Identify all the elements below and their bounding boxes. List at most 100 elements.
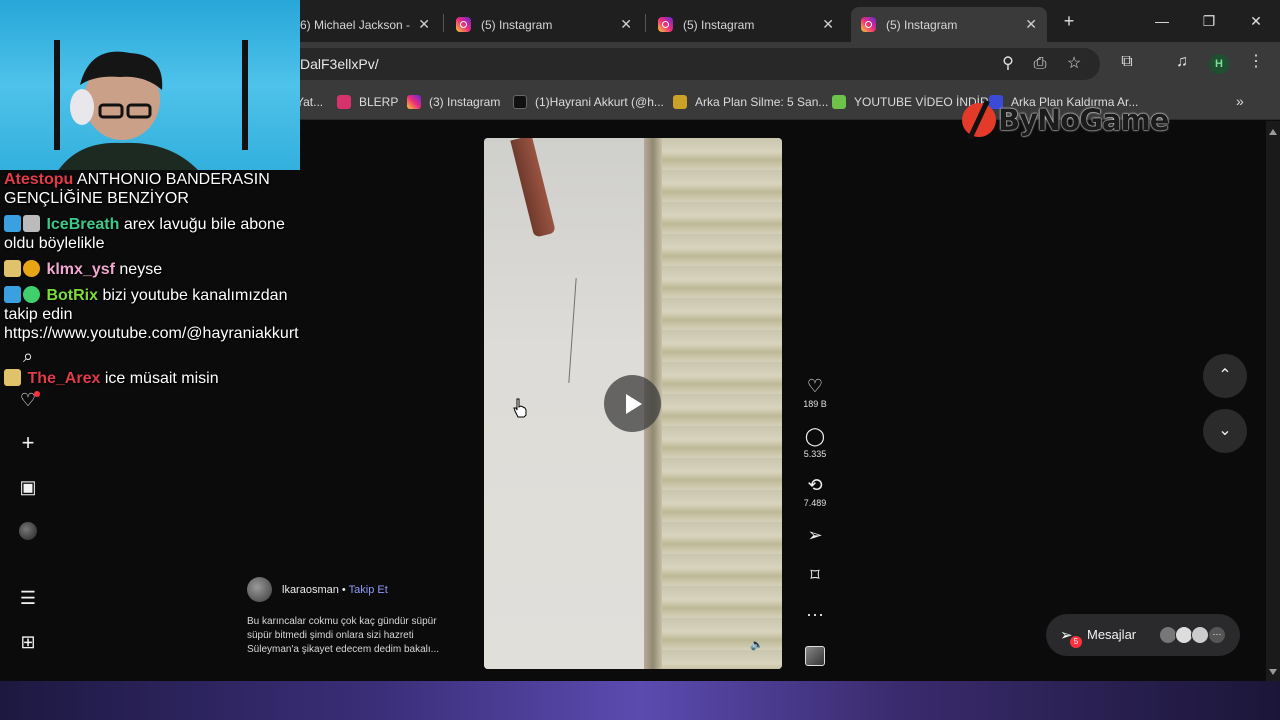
video-carpet [644,138,782,669]
dashboard-icon[interactable]: ▣ [17,476,39,498]
blerp-icon [337,95,351,109]
bookmark-instagram[interactable]: (3) Instagram [407,95,500,109]
extensions-icon[interactable]: ⧉ [1117,52,1137,72]
tab-instagram-active[interactable]: (5) Instagram ✕ [851,7,1047,42]
verified-badge-icon [23,286,40,303]
tab-michael-jackson[interactable]: 6) Michael Jackson - ✕ [290,7,440,42]
save-action[interactable]: ⌑ [800,564,830,586]
tab-title: (5) Instagram [683,17,755,32]
author-username[interactable]: lkaraosman [282,584,339,596]
bookmark-icon[interactable]: ⌑ [800,564,830,586]
more-bookmarks-icon[interactable]: » [1236,93,1244,109]
bookmark-label: Yat... [296,95,324,109]
hand-cursor-icon [513,398,527,418]
play-button[interactable] [604,375,661,432]
close-icon[interactable]: ✕ [418,16,430,33]
instagram-icon [861,17,876,32]
chat-message: Atestopu ANTHONIO BANDERASIN GENÇLİĞİNE … [4,170,304,208]
bookmark-arka-plan-silme[interactable]: Arka Plan Silme: 5 San... [673,95,828,109]
mute-icon[interactable]: 🔈 [750,638,764,652]
messages-button[interactable]: ➢ 5 Mesajlar ··· [1046,614,1240,656]
chat-username: The_Arex [27,370,101,387]
bookmark-label: BLERP [359,95,399,109]
comment-count: 5.335 [803,449,827,459]
bookmark-1[interactable]: Yat... [296,95,323,109]
chat-username: klmx_ysf [46,261,115,278]
minimize-button[interactable]: — [1147,8,1177,34]
tab-title: 6) Michael Jackson - [300,17,411,32]
chat-username: IceBreath [46,216,120,233]
scroll-down-arrow[interactable] [1269,669,1277,675]
follow-button[interactable]: Takip Et [349,584,388,596]
download-icon [832,95,846,109]
more-icon[interactable]: ··· [800,603,830,625]
chat-message: IceBreath arex lavuğu bile abone oldu bö… [4,215,304,253]
media-control-icon[interactable]: ♫ [1172,52,1192,72]
menu-icon[interactable]: ⋮ [1246,52,1266,72]
maximize-button[interactable]: ❐ [1194,8,1224,34]
comment-icon[interactable]: ◯ [800,425,830,447]
badge-icon [4,215,21,232]
author-line: lkaraosman • Takip Et [282,584,388,596]
separator-dot: • [341,584,346,596]
close-icon[interactable]: ✕ [1025,16,1037,33]
more-action[interactable]: ··· [800,603,830,625]
scroll-up-arrow[interactable] [1269,129,1277,135]
repost-icon[interactable]: ⟲ [800,474,830,496]
address-bar[interactable]: DalF3ellxPv/ ⚲ ⎙ ☆ [285,48,1100,80]
tab-instagram-1[interactable]: (5) Instagram ✕ [446,7,642,42]
bookmark-tiktok[interactable]: (1)Hayrani Akkurt (@h... [513,95,664,109]
tab-title: (5) Instagram [886,17,958,32]
like-action[interactable]: ♡ 189 B [800,375,830,409]
window-close-button[interactable]: ✕ [1241,8,1271,34]
streamer-figure [58,51,198,170]
also-from-meta-icon[interactable]: ⊞ [17,631,39,653]
comment-action[interactable]: ◯ 5.335 [800,425,830,459]
create-plus-icon[interactable]: + [17,432,39,454]
profile-avatar-icon[interactable] [19,522,37,540]
layers-icon [673,95,687,109]
messages-label: Mesajlar [1087,627,1137,642]
close-icon[interactable]: ✕ [822,16,834,33]
bookmark-label: (1)Hayrani Akkurt (@h... [535,95,664,109]
more-conversations-icon: ··· [1208,626,1226,644]
star-icon[interactable]: ☆ [1064,54,1084,74]
chair-bar [242,40,248,150]
menu-hamburger-icon[interactable]: ☰ [17,587,39,609]
chat-text: neyse [119,261,163,278]
tab-separator [443,14,444,32]
zoom-icon[interactable]: ⚲ [998,54,1018,74]
repost-action[interactable]: ⟲ 7.489 [800,474,830,508]
post-caption[interactable]: Bu karıncalar cokmu çok kaç gündür süpür… [247,615,462,657]
close-icon[interactable]: ✕ [620,16,632,33]
webcam-overlay [0,0,300,170]
tab-separator [645,14,646,32]
repost-count: 7.489 [803,498,827,508]
previous-reel-button[interactable]: ⌃ [1203,354,1247,398]
scrollbar[interactable] [1266,121,1280,681]
next-reel-button[interactable]: ⌄ [1203,409,1247,453]
badge-icon [23,215,40,232]
author-avatar[interactable] [247,577,272,602]
heart-icon[interactable]: ♡ [800,375,830,397]
chat-username: Atestopu [4,171,74,188]
badge-icon [4,369,21,386]
tiktok-icon [513,95,527,109]
send-icon[interactable]: ➢ [800,524,830,546]
new-tab-button[interactable]: + [1054,8,1084,34]
unread-badge: 5 [1070,636,1082,648]
conversation-avatar [1191,626,1209,644]
share-action[interactable]: ➢ [800,524,830,546]
badge-icon [4,260,21,277]
bookmark-blerp[interactable]: BLERP [337,95,398,109]
instagram-icon [658,17,673,32]
bookmark-label: (3) Instagram [429,95,501,109]
reel-video[interactable]: 🔈 [484,138,782,669]
watermark-text: ByNoGame [998,103,1169,137]
search-icon[interactable]: ⌕ [17,345,39,367]
chat-message: klmx_ysf neyse [4,260,304,279]
audio-thumbnail[interactable] [805,646,825,666]
tab-instagram-2[interactable]: (5) Instagram ✕ [648,7,844,42]
profile-avatar[interactable]: H [1209,54,1229,74]
install-icon[interactable]: ⎙ [1030,54,1050,74]
